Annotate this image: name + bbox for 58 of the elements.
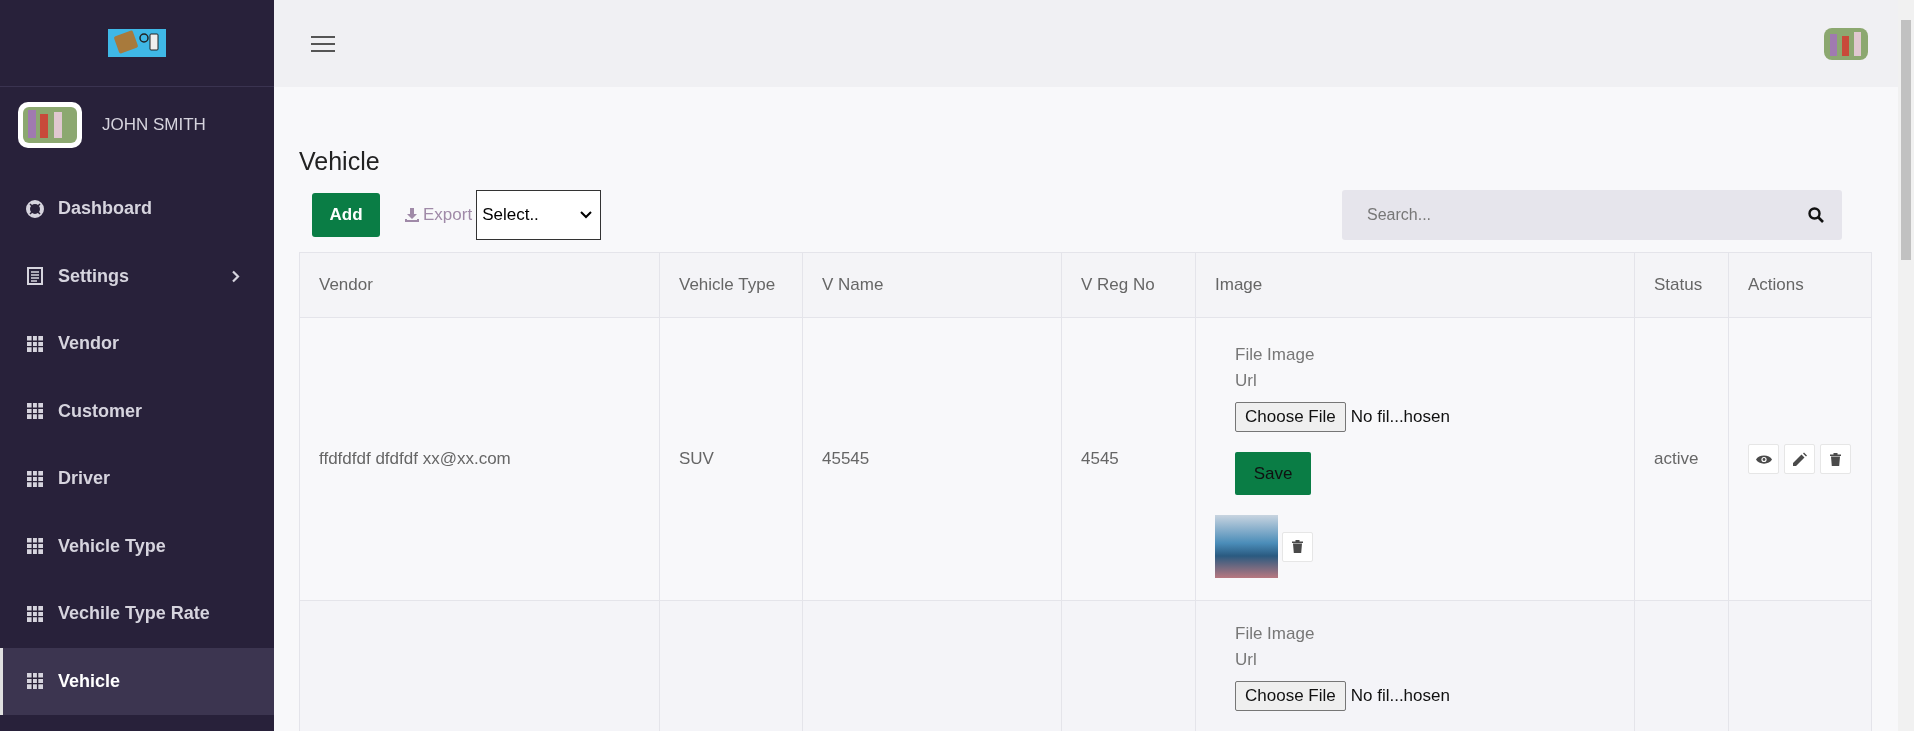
document-icon bbox=[26, 267, 44, 286]
field-label: File Image Url bbox=[1235, 623, 1316, 671]
trash-icon bbox=[1830, 452, 1841, 466]
choose-file-button[interactable]: Choose File bbox=[1235, 681, 1346, 711]
sidebar-item[interactable]: Vehicle Type bbox=[0, 512, 274, 580]
table-cell: ffdfdfdf dfdfdf xx@xx.com bbox=[319, 449, 511, 468]
table-icon bbox=[26, 672, 44, 691]
save-button[interactable]: Save bbox=[1235, 452, 1311, 495]
column-header: Status bbox=[1634, 252, 1729, 318]
menu-icon[interactable] bbox=[311, 34, 335, 53]
sidebar-item[interactable]: Vehicle bbox=[0, 647, 274, 715]
table-icon bbox=[26, 402, 44, 421]
column-header: V Name bbox=[802, 252, 1062, 318]
table-icon bbox=[26, 469, 44, 488]
sidebar-item[interactable]: Vendor bbox=[0, 310, 274, 378]
search-field[interactable]: Search... bbox=[1342, 190, 1842, 240]
choose-file-button[interactable]: Choose File bbox=[1235, 402, 1346, 432]
table-icon bbox=[26, 537, 44, 556]
delete-button[interactable] bbox=[1820, 444, 1851, 474]
sidebar-item[interactable]: Vechile Type Rate bbox=[0, 580, 274, 648]
table-cell: active bbox=[1654, 449, 1699, 468]
logo-picture bbox=[108, 29, 166, 57]
column-header: Image bbox=[1195, 252, 1635, 318]
download-icon bbox=[405, 208, 419, 222]
avatar-picture bbox=[18, 102, 82, 148]
pencil-icon bbox=[1792, 452, 1807, 466]
sidebar-item[interactable]: Dashboard bbox=[0, 175, 274, 243]
file-status: No fil...hosen bbox=[1350, 686, 1450, 706]
trash-icon bbox=[1292, 540, 1303, 553]
view-button[interactable] bbox=[1748, 444, 1779, 474]
sidebar-item[interactable]: Driver bbox=[0, 445, 274, 513]
sidebar-item[interactable]: Customer bbox=[0, 377, 274, 445]
table-cell: 4545 bbox=[1081, 449, 1119, 468]
edit-button[interactable] bbox=[1784, 444, 1815, 474]
user-name: JOHN SMITH bbox=[102, 115, 206, 135]
delete-button[interactable] bbox=[1282, 531, 1313, 562]
table-icon bbox=[26, 334, 44, 353]
scrollbar[interactable] bbox=[1898, 0, 1914, 731]
avatar-picture[interactable] bbox=[1824, 27, 1868, 60]
lifebuoy-icon bbox=[26, 199, 44, 218]
table-cell: 45545 bbox=[822, 449, 870, 468]
add-button[interactable]: Add bbox=[312, 193, 380, 237]
chevron-down-icon bbox=[580, 211, 593, 219]
chevron-right-icon bbox=[231, 269, 240, 283]
column-header: Vendor bbox=[299, 252, 660, 318]
photo-placeholder bbox=[1215, 515, 1278, 578]
field-label: File Image Url bbox=[1235, 344, 1316, 392]
eye-icon bbox=[1755, 453, 1772, 465]
sidebar-item[interactable]: Settings bbox=[0, 242, 274, 310]
column-header: Actions bbox=[1728, 252, 1872, 318]
table-cell: SUV bbox=[679, 449, 714, 468]
column-header: Vehicle Type bbox=[659, 252, 803, 318]
column-header: V Reg No bbox=[1061, 252, 1196, 318]
search-icon bbox=[1808, 207, 1824, 223]
file-status: No fil...hosen bbox=[1350, 407, 1450, 427]
page-title: Vehicle bbox=[299, 147, 381, 176]
select-dropdown[interactable]: Select.. bbox=[476, 190, 602, 240]
table-icon bbox=[26, 604, 44, 623]
